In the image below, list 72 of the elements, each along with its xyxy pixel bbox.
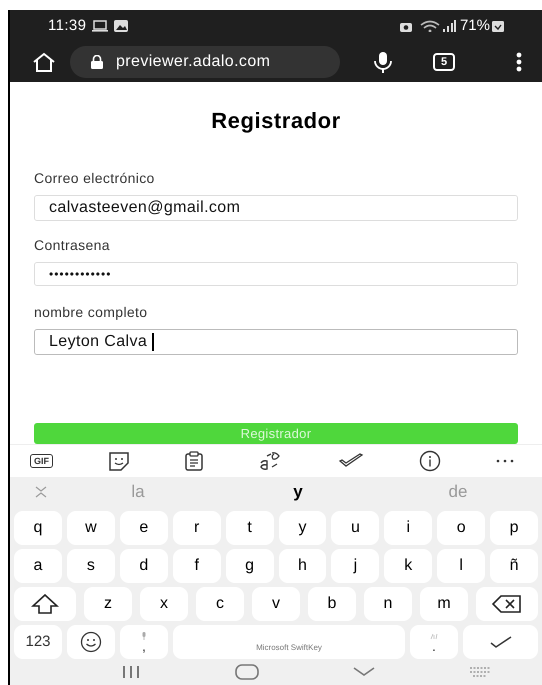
battery-percent: 71% bbox=[460, 16, 490, 36]
key[interactable]: u bbox=[331, 511, 380, 545]
gif-button[interactable]: GIF bbox=[30, 454, 53, 468]
translate-icon[interactable] bbox=[258, 451, 282, 471]
key[interactable]: o bbox=[437, 511, 486, 545]
checkmark-icon[interactable] bbox=[338, 453, 364, 469]
more-options-icon[interactable] bbox=[516, 52, 522, 72]
key[interactable]: k bbox=[384, 549, 432, 583]
key[interactable]: b bbox=[308, 587, 356, 621]
field-label: nombre completo bbox=[34, 302, 148, 322]
info-icon[interactable] bbox=[418, 450, 441, 472]
microphone-icon bbox=[141, 632, 147, 640]
password-field[interactable]: •••••••••••• bbox=[34, 262, 518, 286]
key[interactable]: h bbox=[278, 549, 326, 583]
key[interactable]: v bbox=[252, 587, 300, 621]
key[interactable]: p bbox=[490, 511, 538, 545]
laptop-icon bbox=[92, 20, 108, 32]
key[interactable]: n bbox=[364, 587, 412, 621]
key[interactable]: a bbox=[14, 549, 62, 583]
recent-apps-icon[interactable] bbox=[121, 665, 141, 679]
key[interactable]: m bbox=[420, 587, 468, 621]
shift-key[interactable] bbox=[14, 587, 76, 621]
signal-icon bbox=[442, 20, 456, 32]
key[interactable]: q bbox=[14, 511, 62, 545]
clipboard-icon[interactable] bbox=[185, 451, 204, 471]
image-icon bbox=[114, 20, 128, 32]
input-field[interactable]: calvasteeven@gmail.com bbox=[34, 195, 518, 221]
symbol-hint-icon bbox=[430, 632, 438, 640]
chevron-down-icon[interactable] bbox=[353, 667, 375, 677]
key[interactable]: i bbox=[384, 511, 432, 545]
key[interactable]: y bbox=[278, 511, 326, 545]
comma-key[interactable]: , bbox=[120, 625, 168, 659]
microphone-icon[interactable] bbox=[373, 51, 393, 73]
key[interactable]: w bbox=[66, 511, 115, 545]
key[interactable]: d bbox=[120, 549, 168, 583]
field-label: Contrasena bbox=[34, 236, 111, 255]
backspace-icon bbox=[492, 594, 522, 614]
key[interactable]: s bbox=[66, 549, 115, 583]
numbers-key[interactable]: 123 bbox=[14, 625, 62, 659]
word-suggestion[interactable]: y bbox=[218, 479, 378, 505]
tab-count-button[interactable]: 5 bbox=[433, 53, 455, 71]
page-title: Registrador bbox=[210, 107, 342, 135]
period-key[interactable]: . bbox=[410, 625, 458, 659]
key[interactable]: e bbox=[120, 511, 168, 545]
key[interactable]: z bbox=[84, 587, 132, 621]
camera-icon bbox=[400, 20, 412, 32]
key[interactable]: x bbox=[140, 587, 188, 621]
key[interactable]: t bbox=[226, 511, 274, 545]
sticker-icon[interactable] bbox=[108, 451, 130, 471]
clock-time: 11:39 bbox=[48, 16, 86, 36]
checkmark-icon bbox=[488, 635, 512, 649]
more-icon[interactable] bbox=[496, 459, 514, 463]
smiley-icon bbox=[80, 631, 102, 653]
wifi-icon bbox=[420, 20, 440, 32]
key[interactable]: c bbox=[196, 587, 244, 621]
key[interactable]: l bbox=[437, 549, 486, 583]
key[interactable]: f bbox=[172, 549, 221, 583]
home-button-icon[interactable] bbox=[235, 664, 259, 680]
address-bar[interactable]: previewer.adalo.com bbox=[70, 46, 340, 78]
input-field[interactable]: Leyton Calva bbox=[34, 328, 518, 354]
key[interactable]: ñ bbox=[490, 549, 538, 583]
field-label: Correo electrónico bbox=[34, 169, 156, 188]
space-bar[interactable]: Microsoft SwiftKey bbox=[173, 625, 405, 659]
key[interactable]: j bbox=[331, 549, 380, 583]
lock-icon bbox=[90, 55, 104, 69]
backspace-key[interactable] bbox=[476, 587, 538, 621]
key[interactable]: g bbox=[226, 549, 274, 583]
battery-icon bbox=[492, 20, 504, 32]
shift-icon bbox=[31, 593, 59, 615]
key[interactable]: r bbox=[172, 511, 221, 545]
home-icon[interactable] bbox=[32, 52, 56, 72]
emoji-key[interactable] bbox=[67, 625, 115, 659]
